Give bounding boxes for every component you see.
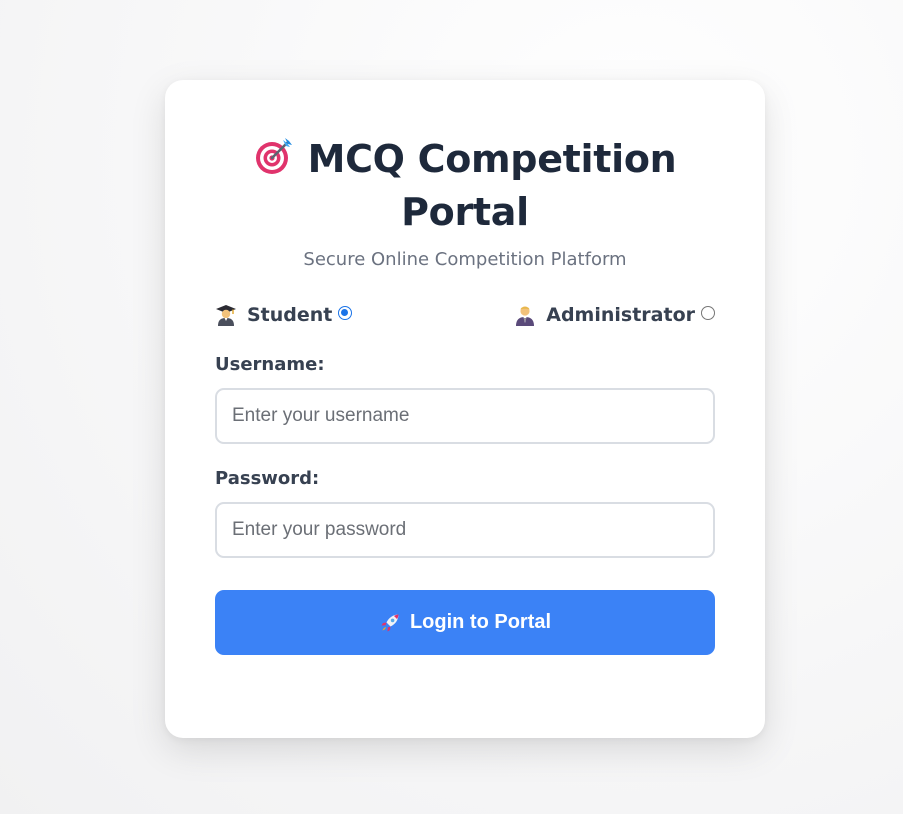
administrator-icon	[516, 306, 535, 326]
student-icon	[216, 305, 236, 326]
role-option-administrator[interactable]: Administrator	[514, 304, 715, 326]
student-radio[interactable]	[338, 306, 353, 320]
username-input[interactable]	[215, 388, 715, 444]
password-label: Password:	[215, 468, 320, 489]
administrator-radio[interactable]	[701, 306, 715, 320]
role-label-administrator: Administrator	[546, 304, 695, 326]
login-button[interactable]: Login to Portal	[215, 590, 715, 655]
page-subtitle: Secure Online Competition Platform	[303, 249, 627, 270]
page-title-text: MCQ Competition Portal	[307, 137, 677, 234]
target-icon	[255, 138, 292, 174]
rocket-icon	[381, 614, 399, 631]
role-selector: Student Administrator	[215, 302, 715, 328]
login-card: MCQ Competition Portal Secure Online Com…	[165, 80, 765, 738]
username-label: Username:	[215, 354, 325, 375]
role-option-student[interactable]: Student	[215, 304, 353, 326]
password-input[interactable]	[215, 502, 715, 558]
page-title: MCQ Competition Portal	[215, 80, 715, 239]
login-button-label: Login to Portal	[409, 611, 552, 633]
page-background: MCQ Competition Portal Secure Online Com…	[0, 0, 903, 814]
role-label-student: Student	[247, 304, 333, 326]
